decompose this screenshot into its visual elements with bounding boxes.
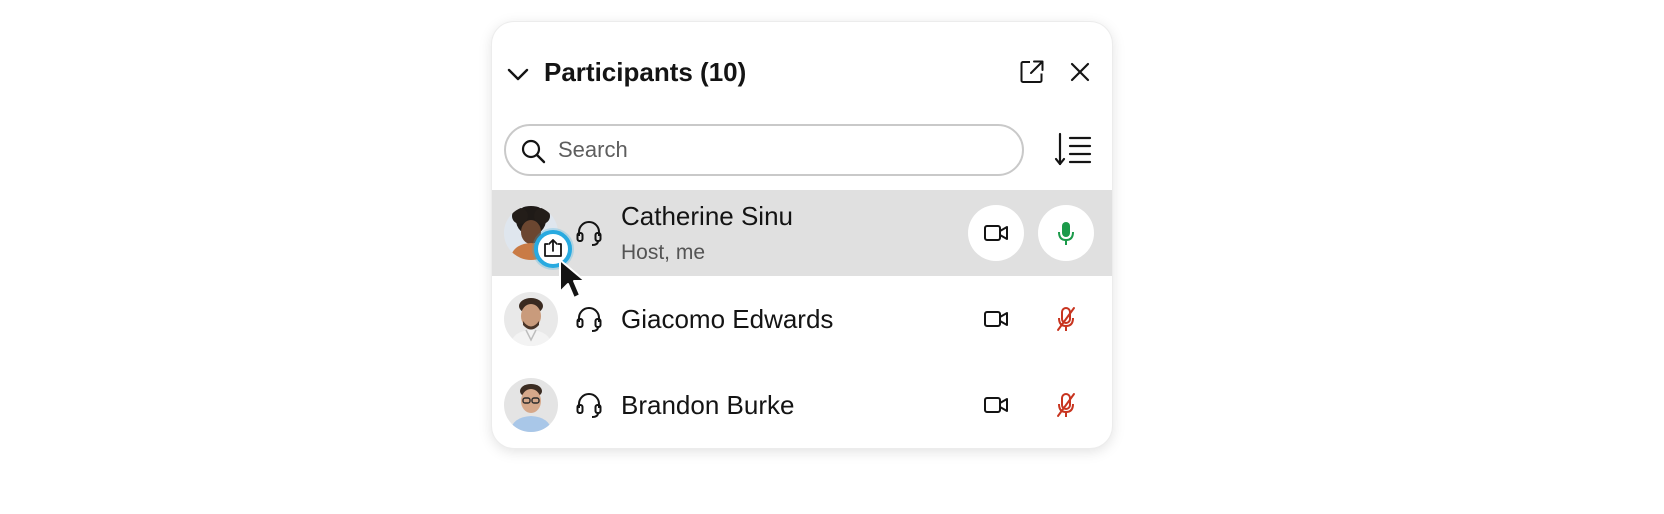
popout-icon — [1020, 60, 1044, 83]
camera-icon — [984, 397, 1008, 413]
participant-row[interactable]: Giacomo Edwards — [492, 276, 1112, 362]
search-input[interactable] — [558, 134, 998, 166]
avatar-photo — [504, 378, 558, 432]
headset-icon — [576, 393, 602, 418]
chevron-down-icon[interactable] — [504, 60, 532, 88]
mute-button[interactable] — [1038, 377, 1094, 433]
panel-header: Participants (10) — [492, 22, 1112, 122]
participant-row[interactable]: Brandon Burke — [492, 362, 1112, 448]
camera-icon — [984, 311, 1008, 327]
participant-name: Giacomo Edwards — [621, 304, 834, 334]
share-screen-icon — [544, 239, 562, 257]
mute-button[interactable] — [1038, 205, 1094, 261]
search-field[interactable] — [504, 124, 1024, 176]
avatar[interactable] — [504, 378, 558, 432]
sort-icon — [1054, 132, 1092, 166]
mute-button[interactable] — [1038, 291, 1094, 347]
video-button[interactable] — [968, 205, 1024, 261]
microphone-muted-icon — [1057, 307, 1075, 331]
participants-panel: Participants (10) Search Catherine Sinu … — [492, 22, 1112, 448]
participant-row[interactable]: Catherine Sinu Host, me — [492, 190, 1112, 299]
headset-icon — [576, 221, 602, 246]
headset-icon — [576, 307, 602, 332]
participant-name: Catherine Sinu — [621, 201, 793, 231]
microphone-muted-icon — [1057, 393, 1075, 417]
close-button[interactable] — [1060, 52, 1100, 92]
video-button[interactable] — [968, 377, 1024, 433]
avatar[interactable] — [504, 292, 558, 346]
participant-name: Brandon Burke — [621, 390, 795, 420]
panel-title: Participants (10) — [544, 57, 747, 87]
avatar-photo — [504, 292, 558, 346]
camera-icon — [984, 225, 1008, 241]
video-button[interactable] — [968, 291, 1024, 347]
close-icon — [1070, 62, 1090, 82]
microphone-icon — [1058, 222, 1074, 245]
sort-button[interactable] — [1052, 128, 1096, 172]
participant-role: Host, me — [621, 241, 706, 264]
popout-button[interactable] — [1012, 52, 1052, 92]
search-icon — [521, 139, 546, 164]
